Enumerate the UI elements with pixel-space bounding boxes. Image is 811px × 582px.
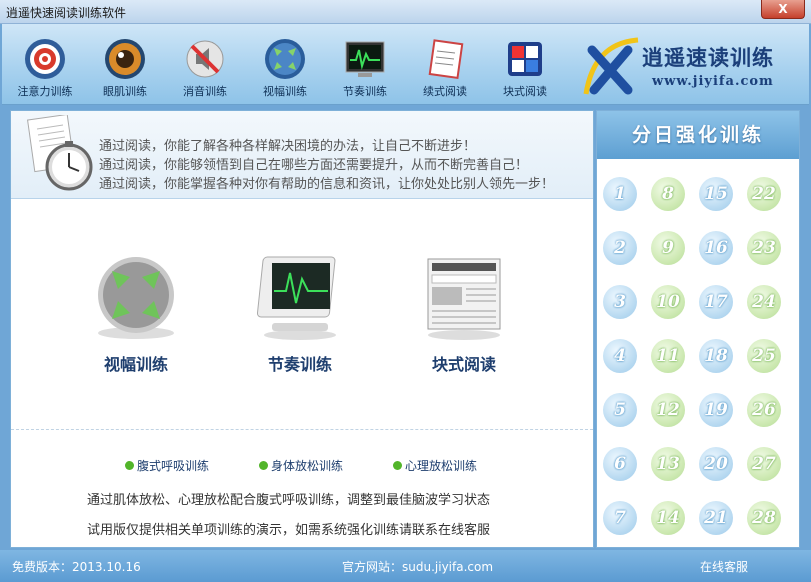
day-button[interactable]: 16 (699, 231, 733, 265)
toolbar-item-eye[interactable]: 眼肌训练 (88, 38, 162, 102)
day-button[interactable]: 4 (603, 339, 637, 373)
day-button[interactable]: 1 (603, 177, 637, 211)
toolbar-item-label: 节奏训练 (343, 85, 387, 98)
day-button[interactable]: 10 (651, 285, 685, 319)
link-body-relax[interactable]: 身体放松训练 (259, 457, 343, 474)
note-text: 通过肌体放松、心理放松配合腹式呼吸训练，调整到最佳脑波学习状态 (87, 493, 491, 508)
day-button[interactable]: 12 (651, 393, 685, 427)
website-text: 官方网站：sudu.jiyifa.com (342, 560, 494, 574)
brand-name: 逍遥速读训练 (642, 45, 774, 70)
green-dot-icon (259, 461, 268, 470)
banner-line: 通过阅读，你能够领悟到自己在哪些方面还需要提升，从而不断完善自己！ (99, 158, 529, 173)
day-button[interactable]: 19 (699, 393, 733, 427)
day-button[interactable]: 2 (603, 231, 637, 265)
monitor-icon (344, 38, 386, 80)
toolbar-item-vision[interactable]: 视幅训练 (248, 38, 322, 102)
toolbar-item-label: 块式阅读 (503, 85, 547, 98)
toolbar-item-label: 眼肌训练 (103, 85, 147, 98)
day-button[interactable]: 27 (747, 447, 781, 481)
day-button[interactable]: 28 (747, 501, 781, 535)
intro-banner: 通过阅读，你能了解各种各样解决困境的办法，让自己不断进步！ 通过阅读，你能够领悟… (11, 111, 593, 199)
day-button[interactable]: 23 (747, 231, 781, 265)
newspaper-icon (414, 251, 514, 341)
day-button[interactable]: 24 (747, 285, 781, 319)
day-button[interactable]: 13 (651, 447, 685, 481)
feature-vision[interactable]: 视幅训练 (71, 251, 201, 375)
day-button[interactable]: 25 (747, 339, 781, 373)
day-button[interactable]: 18 (699, 339, 733, 373)
main-panel: 通过阅读，你能了解各种各样解决困境的办法，让自己不断进步！ 通过阅读，你能够领悟… (10, 110, 594, 548)
panel-title: 分日强化训练 (597, 111, 799, 159)
brand-logo: 逍遥速读训练 www.jiyifa.com (578, 32, 806, 100)
toolbar-item-mute[interactable]: 消音训练 (168, 38, 242, 102)
feature-rhythm[interactable]: 节奏训练 (235, 251, 365, 375)
day-button[interactable]: 6 (603, 447, 637, 481)
day-button[interactable]: 17 (699, 285, 733, 319)
blocks-icon (504, 38, 546, 80)
day-button[interactable]: 15 (699, 177, 733, 211)
expand-icon (264, 38, 306, 80)
day-button[interactable]: 3 (603, 285, 637, 319)
status-bar: 免费版本：2013.10.16 官方网站：sudu.jiyifa.com 在线客… (0, 550, 811, 582)
green-dot-icon (125, 461, 134, 470)
toolbar-item-label: 注意力训练 (17, 85, 73, 98)
feature-label: 块式阅读 (431, 355, 496, 374)
feature-block-reading[interactable]: 块式阅读 (399, 251, 529, 375)
link-label: 身体放松训练 (271, 459, 344, 473)
target-icon (24, 38, 66, 80)
mute-icon (184, 38, 226, 80)
toolbar-item-attention[interactable]: 注意力训练 (8, 38, 82, 102)
feature-label: 视幅训练 (103, 355, 168, 374)
day-button[interactable]: 21 (699, 501, 733, 535)
feature-label: 节奏训练 (267, 355, 332, 374)
day-button[interactable]: 7 (603, 501, 637, 535)
day-button[interactable]: 9 (651, 231, 685, 265)
day-button[interactable]: 5 (603, 393, 637, 427)
toolbar-item-label: 视幅训练 (263, 85, 307, 98)
daily-training-panel: 分日强化训练 1 8 15 22 2 9 16 23 3 10 17 24 4 11 18 25 5 12 19 26… (596, 110, 800, 548)
expand-icon (86, 251, 186, 341)
green-dot-icon (393, 461, 402, 470)
banner-line: 通过阅读，你能掌握各种对你有帮助的信息和资讯，让你处处比别人领先一步！ (99, 177, 555, 192)
banner-text: 通过阅读，你能了解各种各样解决困境的办法，让自己不断进步！ 通过阅读，你能够领悟… (99, 137, 554, 194)
day-button[interactable]: 22 (747, 177, 781, 211)
close-button[interactable]: X (761, 0, 805, 19)
day-button[interactable]: 20 (699, 447, 733, 481)
stopwatch-document-icon (27, 115, 93, 191)
title-bar: 逍遥快速阅读训练软件 X (0, 0, 811, 24)
toolbar-item-label: 续式阅读 (423, 85, 467, 98)
note-text: 试用版仅提供相关单项训练的演示，如需系统强化训练请联系在线客服 (87, 523, 491, 538)
link-breathing[interactable]: 腹式呼吸训练 (125, 457, 209, 474)
link-mind-relax[interactable]: 心理放松训练 (393, 457, 477, 474)
toolbar-item-continuous[interactable]: 续式阅读 (408, 38, 482, 102)
notebook-icon (424, 38, 466, 80)
brand-url: www.jiyifa.com (652, 74, 774, 89)
toolbar-item-label: 消音训练 (183, 85, 227, 98)
toolbar-item-block[interactable]: 块式阅读 (488, 38, 562, 102)
window-title: 逍遥快速阅读训练软件 (6, 6, 127, 20)
online-support-link[interactable]: 在线客服 (700, 558, 748, 575)
divider (11, 429, 593, 430)
x-logo-icon (583, 37, 639, 95)
toolbar: 注意力训练 眼肌训练 消音训练 视幅训练 节奏训练 续式阅读 块式阅读 逍遥速读… (2, 24, 809, 105)
banner-line: 通过阅读，你能了解各种各样解决困境的办法，让自己不断进步！ (99, 139, 477, 154)
day-button[interactable]: 14 (651, 501, 685, 535)
link-label: 腹式呼吸训练 (137, 459, 210, 473)
eye-icon (104, 38, 146, 80)
monitor-icon (250, 251, 350, 341)
toolbar-item-rhythm[interactable]: 节奏训练 (328, 38, 402, 102)
link-label: 心理放松训练 (405, 459, 478, 473)
day-button[interactable]: 8 (651, 177, 685, 211)
day-button[interactable]: 26 (747, 393, 781, 427)
version-text: 免费版本：2013.10.16 (12, 560, 141, 574)
day-button[interactable]: 11 (651, 339, 685, 373)
